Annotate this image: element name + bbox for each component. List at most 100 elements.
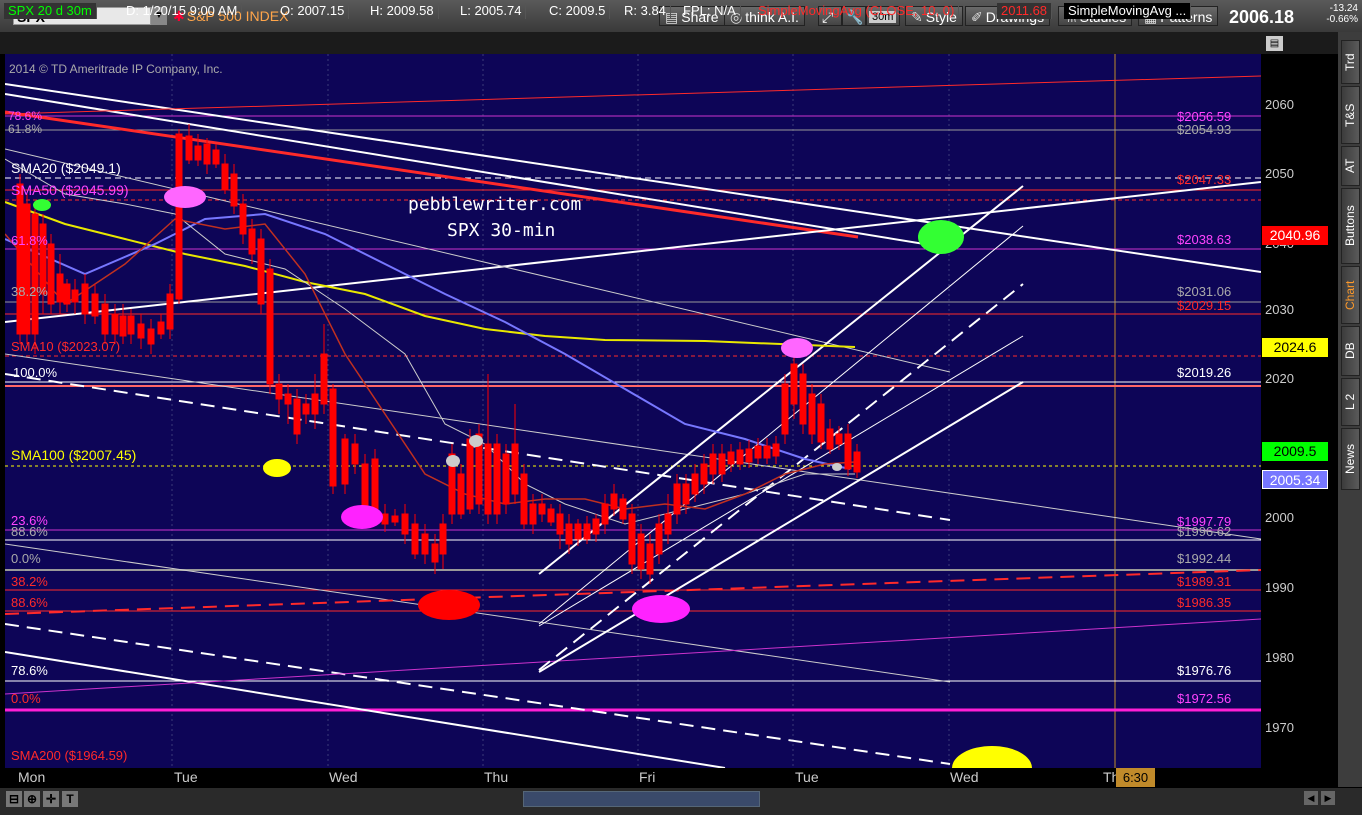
zoom-out-icon[interactable]: ⊟ <box>6 791 22 807</box>
candle-body <box>381 513 389 525</box>
candle-body <box>293 398 301 435</box>
candle-body <box>101 303 109 335</box>
candle-body <box>637 533 645 570</box>
candle-body <box>91 293 99 317</box>
level-2031: $2031.06 <box>1177 284 1232 299</box>
x-label-wed-2: Wed <box>950 769 979 785</box>
chart-note-site: pebblewriter.com <box>408 194 582 215</box>
scroll-left-icon[interactable]: ◀ <box>1304 791 1318 805</box>
sidebar-tab-time-sales[interactable]: T&S <box>1341 86 1360 144</box>
candle-body <box>691 473 699 495</box>
level-1976: $1976.76 <box>1177 663 1232 678</box>
candle-body <box>341 438 349 485</box>
fib-786b-label: 78.6% <box>11 663 48 678</box>
change-value: -13.24 <box>1329 3 1358 14</box>
study-sma10-label[interactable]: SimpleMovingAvg (CLOSE, 10, 0) <box>754 3 960 19</box>
candle-body <box>71 289 79 303</box>
chart-info-bar <box>0 32 1338 54</box>
level-1996: $1996.62 <box>1177 524 1232 539</box>
candle-body <box>727 451 735 465</box>
candle-body <box>221 163 229 191</box>
candle-body <box>284 393 292 405</box>
time-scrollbar[interactable] <box>523 791 760 807</box>
level-2054: $2054.93 <box>1177 122 1232 137</box>
fib-886b-label: 88.6% <box>11 595 48 610</box>
crosshair-icon[interactable]: ✛ <box>43 791 59 807</box>
scroll-right-icon[interactable]: ▶ <box>1321 791 1335 805</box>
sidebar-tab-l2[interactable]: L 2 <box>1341 378 1360 426</box>
text-tool-icon[interactable]: T <box>62 791 78 807</box>
candle-body <box>826 428 834 450</box>
sidebar-tab-news[interactable]: News <box>1341 428 1360 490</box>
candle-body <box>81 283 89 315</box>
y-tick-1980: 1980 <box>1265 650 1294 665</box>
bar-range: R: 3.84 <box>620 3 671 19</box>
candle-body <box>574 523 582 540</box>
chart-note-title: SPX 30-min <box>447 220 556 241</box>
price-tag-sma100: 2024.6 <box>1262 338 1328 357</box>
candle-body <box>781 383 789 435</box>
candle-body <box>754 445 762 459</box>
candle-body <box>601 503 609 525</box>
candle-body <box>16 183 24 335</box>
candle-body <box>47 243 55 305</box>
level-1986: $1986.35 <box>1177 595 1232 610</box>
sma10-label: SMA10 ($2023.07) <box>11 339 121 354</box>
level-2038: $2038.63 <box>1177 232 1232 247</box>
level-2029: $2029.15 <box>1177 298 1232 313</box>
y-tick-2020: 2020 <box>1265 371 1294 386</box>
candle-body <box>592 518 600 535</box>
candle-body <box>175 133 183 300</box>
sma200-label: SMA200 ($1964.59) <box>11 748 128 763</box>
bar-high: H: 2009.58 <box>366 3 439 19</box>
candle-body <box>248 228 256 255</box>
candle-body <box>127 315 135 335</box>
last-price: 2006.18 <box>1229 7 1295 27</box>
level-2019: $2019.26 <box>1177 365 1232 380</box>
price-tag-sma50: 2040.96 <box>1262 226 1328 245</box>
candle-body <box>275 383 283 400</box>
candle-body <box>709 453 717 475</box>
chart-id[interactable]: SPX 20 d 30m <box>4 3 97 19</box>
x-label-mon: Mon <box>18 769 46 785</box>
price-tag-last: 2009.5 <box>1262 442 1328 461</box>
sidebar-tab-buttons[interactable]: Buttons <box>1341 188 1360 264</box>
x-label-tue-2: Tue <box>795 769 819 785</box>
sidebar-tab-at[interactable]: AT <box>1341 146 1360 186</box>
sidebar-tab-chart[interactable]: Chart <box>1341 266 1360 324</box>
candle-body <box>119 315 127 337</box>
sma20-label: SMA20 ($2049.1) <box>11 160 121 176</box>
candle-body <box>212 149 220 165</box>
x-label-tue: Tue <box>174 769 198 785</box>
bar-open: O: 2007.15 <box>276 3 350 19</box>
candle-body <box>147 328 155 345</box>
y-tick-2050: 2050 <box>1265 166 1294 181</box>
chart-canvas <box>5 54 1261 768</box>
chart-settings-icon[interactable]: ▤ <box>1266 36 1283 51</box>
price-chart[interactable]: 2014 © TD Ameritrade IP Company, Inc. pe… <box>5 54 1261 768</box>
zoom-in-icon[interactable]: ⊕ <box>24 791 40 807</box>
sidebar-tab-db[interactable]: DB <box>1341 326 1360 376</box>
candle-body <box>700 463 708 485</box>
bar-date: D: 1/20/15 9:00 AM <box>122 3 243 19</box>
sma100-label: SMA100 ($2007.45) <box>11 447 137 463</box>
sidebar-tab-trade[interactable]: Trd <box>1341 40 1360 84</box>
candle-body <box>493 443 501 515</box>
candle-body <box>63 283 71 305</box>
candle-body <box>266 268 274 385</box>
candle-body <box>619 498 627 520</box>
candle-body <box>808 393 816 435</box>
y-tick-1970: 1970 <box>1265 720 1294 735</box>
candle-body <box>56 273 64 303</box>
candle-body <box>718 453 726 475</box>
bar-close: C: 2009.5 <box>545 3 611 19</box>
study-sma-label-2[interactable]: SimpleMovingAvg ... <box>1064 3 1192 19</box>
candle-body <box>31 213 39 335</box>
candle-body <box>664 513 672 535</box>
candle-body <box>547 508 555 523</box>
candle-body <box>111 313 119 335</box>
fib-618-label: 61.8% <box>8 122 43 136</box>
change-percent: -0.66% <box>1326 14 1358 25</box>
candle-body <box>628 513 636 565</box>
fib-382-label: 38.2% <box>11 284 48 299</box>
